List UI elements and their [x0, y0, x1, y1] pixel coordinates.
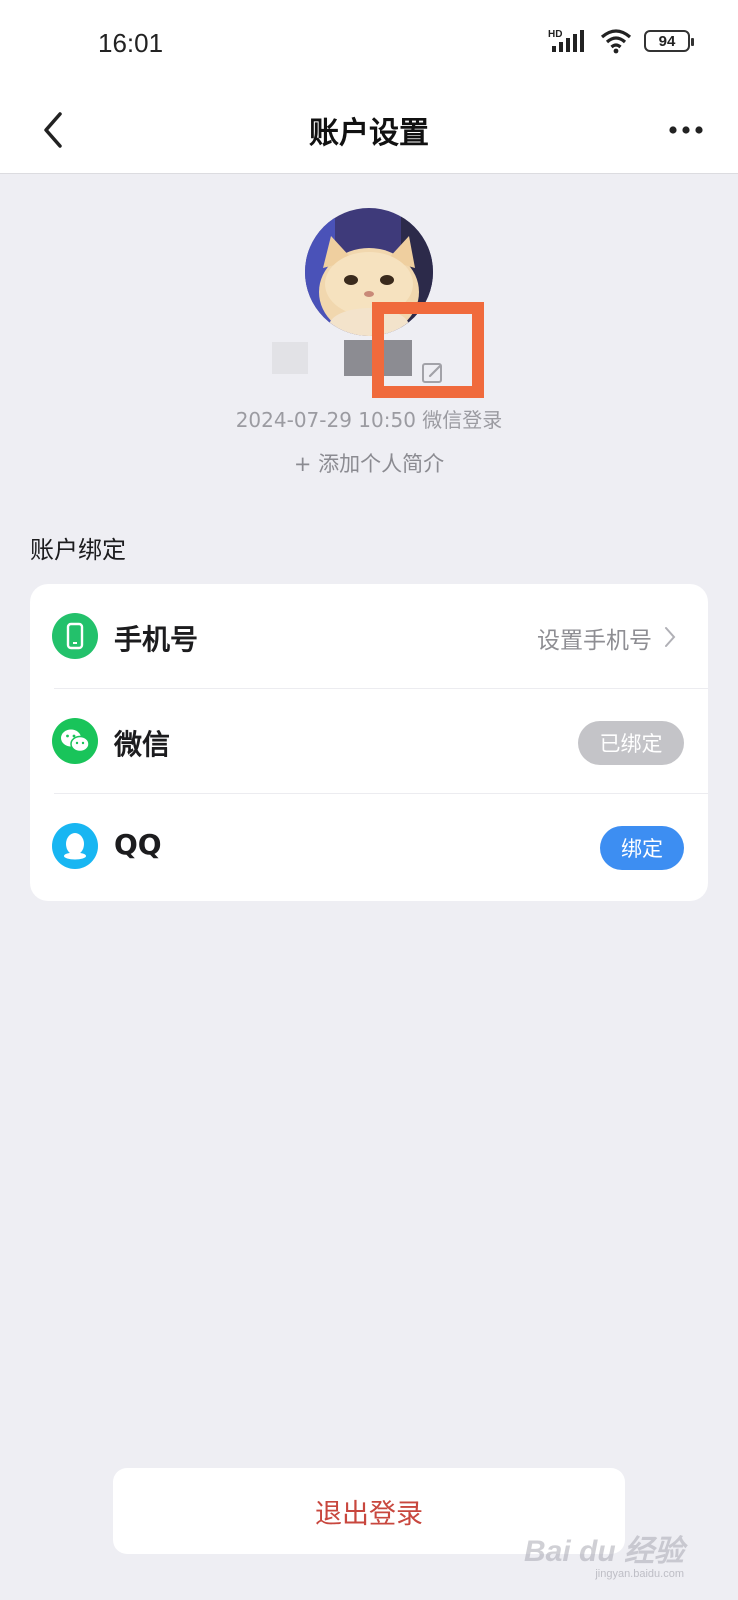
cellular-signal-icon: HD — [548, 29, 584, 52]
add-bio-link[interactable]: + 添加个人简介 — [0, 448, 738, 478]
wifi-icon — [600, 29, 632, 54]
section-title-account-binding: 账户绑定 — [30, 536, 126, 564]
binding-row-phone[interactable]: 手机号 设置手机号 — [30, 584, 708, 689]
wechat-icon — [52, 718, 98, 764]
network-label: HD — [548, 29, 562, 40]
login-info: 2024-07-29 10:50 微信登录 — [235, 408, 503, 432]
chevron-right-icon — [665, 627, 676, 647]
binding-card: 手机号 设置手机号 微信 已绑定 QQ 绑定 — [30, 584, 708, 901]
binding-label-phone: 手机号 — [114, 623, 199, 656]
battery-level: 94 — [658, 32, 676, 50]
nav-bar: 账户设置 — [0, 88, 738, 174]
wechat-bound-badge: 已绑定 — [578, 721, 684, 765]
annotation-highlight-box — [372, 302, 484, 398]
battery-indicator: 94 — [644, 30, 694, 52]
watermark-url: jingyan.baidu.com — [595, 1568, 684, 1580]
status-bar: 16:01 HD 94 — [0, 0, 738, 88]
baidu-jingyan-watermark: Bai du 经验 — [523, 1535, 684, 1568]
status-time: 16:01 — [98, 28, 164, 58]
binding-label-wechat: 微信 — [114, 728, 171, 761]
more-horizontal-icon[interactable] — [668, 118, 704, 142]
set-phone-link[interactable]: 设置手机号 — [537, 621, 652, 655]
binding-label-qq: QQ — [114, 828, 162, 861]
status-icons: HD 94 — [548, 28, 694, 54]
qq-icon — [52, 823, 98, 869]
binding-row-qq[interactable]: QQ 绑定 — [30, 794, 708, 899]
binding-row-wechat[interactable]: 微信 已绑定 — [30, 689, 708, 794]
qq-bind-button[interactable]: 绑定 — [600, 826, 684, 870]
username-redaction-left — [272, 342, 308, 374]
phone-icon — [52, 613, 98, 659]
page-title: 账户设置 — [309, 116, 429, 151]
